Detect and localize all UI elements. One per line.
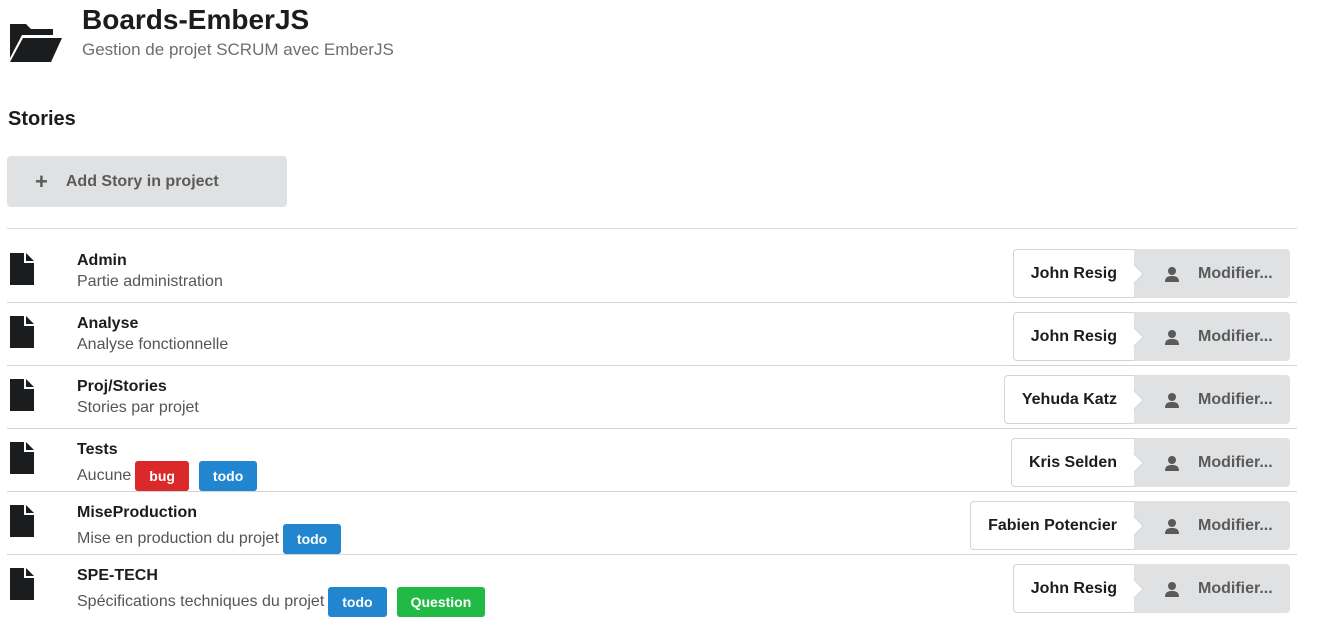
story-item[interactable]: Proj/Stories Stories par projet Yehuda Kat… [7,366,1297,429]
story-description: Aucune [77,467,132,484]
modify-label: Modifier... [1198,264,1273,282]
tag-todo[interactable]: todo [198,461,258,491]
user-icon [1165,518,1179,534]
story-description-row: Analyse fonctionnelle [77,335,228,355]
story-description: Mise en production du projet [77,530,279,547]
story-text: Admin Partie administration [77,252,223,292]
page-subtitle: Gestion de projet SCRUM avec EmberJS [82,40,394,59]
story-name[interactable]: Proj/Stories [77,378,199,396]
add-story-button[interactable]: + Add Story in project [7,156,287,207]
page-title: Boards-EmberJS [82,4,310,35]
assignee-label: Fabien Potencier [970,501,1134,550]
section-title: Stories [8,108,76,130]
story-text: MiseProduction Mise en production du proj… [77,504,342,554]
story-description-row: Mise en production du projet todo [77,524,342,554]
assignee-label: John Resig [1012,564,1134,613]
file-icon [10,253,34,285]
folder-open-icon [10,24,62,62]
story-description-row: Stories par projet [77,398,199,418]
file-icon [10,442,34,474]
modify-button[interactable]: Modifier... [1134,564,1290,613]
story-description: Spécifications techniques du projet [77,593,325,610]
file-icon [10,379,34,411]
story-description: Stories par projet [77,399,199,416]
divider [7,228,1297,229]
story-item[interactable]: Tests Aucune bug todo Kris Selden Modifier... [7,429,1297,492]
tag-todo[interactable]: todo [282,524,342,554]
modify-button[interactable]: Modifier... [1134,501,1290,550]
story-list: Admin Partie administration John Resig Modi… [7,240,1297,618]
story-description: Partie administration [77,273,223,290]
file-icon [10,505,34,537]
file-icon [10,316,34,348]
modify-label: Modifier... [1198,390,1273,408]
story-text: SPE-TECH Spécifications techniques du pro… [77,567,486,617]
story-name[interactable]: MiseProduction [77,504,341,522]
story-name[interactable]: Admin [77,252,223,270]
modify-label: Modifier... [1198,327,1273,345]
modify-label: Modifier... [1198,516,1273,534]
add-story-label: Add Story in project [65,172,219,190]
story-text: Tests Aucune bug todo [77,441,258,491]
assignee-group: John Resig Modifier... [1012,249,1290,298]
user-icon [1165,329,1179,345]
assignee-label: John Resig [1012,249,1134,298]
plus-icon: + [35,168,48,194]
modify-button[interactable]: Modifier... [1134,249,1290,298]
story-text: Proj/Stories Stories par projet [77,378,199,418]
story-description-row: Partie administration [77,272,223,292]
user-icon [1165,581,1179,597]
story-name[interactable]: SPE-TECH [77,567,485,585]
story-item[interactable]: Analyse Analyse fonctionnelle John Resig Mo… [7,303,1297,366]
user-icon [1165,455,1179,471]
assignee-group: Kris Selden Modifier... [1010,438,1290,487]
story-description-row: Aucune bug todo [77,461,258,491]
assignee-label: Yehuda Katz [1003,375,1134,424]
modify-label: Modifier... [1198,453,1273,471]
modify-label: Modifier... [1198,579,1273,597]
tag-question[interactable]: Question [396,587,486,617]
story-name[interactable]: Tests [77,441,257,459]
assignee-label: Kris Selden [1010,438,1134,487]
assignee-label: John Resig [1012,312,1134,361]
story-item[interactable]: SPE-TECH Spécifications techniques du pro… [7,555,1297,618]
assignee-group: Fabien Potencier Modifier... [970,501,1290,550]
assignee-group: John Resig Modifier... [1012,564,1290,613]
tag-todo[interactable]: todo [328,587,387,617]
user-icon [1165,266,1179,282]
story-name[interactable]: Analyse [77,315,228,333]
page-header: Boards-EmberJS Gestion de projet SCRUM a… [8,0,394,70]
story-description: Analyse fonctionnelle [77,336,229,353]
story-item[interactable]: Admin Partie administration John Resig Modi… [7,240,1297,303]
modify-button[interactable]: Modifier... [1134,438,1290,487]
assignee-group: John Resig Modifier... [1012,312,1290,361]
modify-button[interactable]: Modifier... [1134,375,1290,424]
story-item[interactable]: MiseProduction Mise en production du proj… [7,492,1297,555]
story-text: Analyse Analyse fonctionnelle [77,315,228,355]
modify-button[interactable]: Modifier... [1134,312,1290,361]
story-description-row: Spécifications techniques du projet todo Q… [77,587,486,617]
tag-bug[interactable]: bug [135,461,189,491]
file-icon [10,568,34,600]
assignee-group: Yehuda Katz Modifier... [1003,375,1290,424]
user-icon [1165,392,1179,408]
